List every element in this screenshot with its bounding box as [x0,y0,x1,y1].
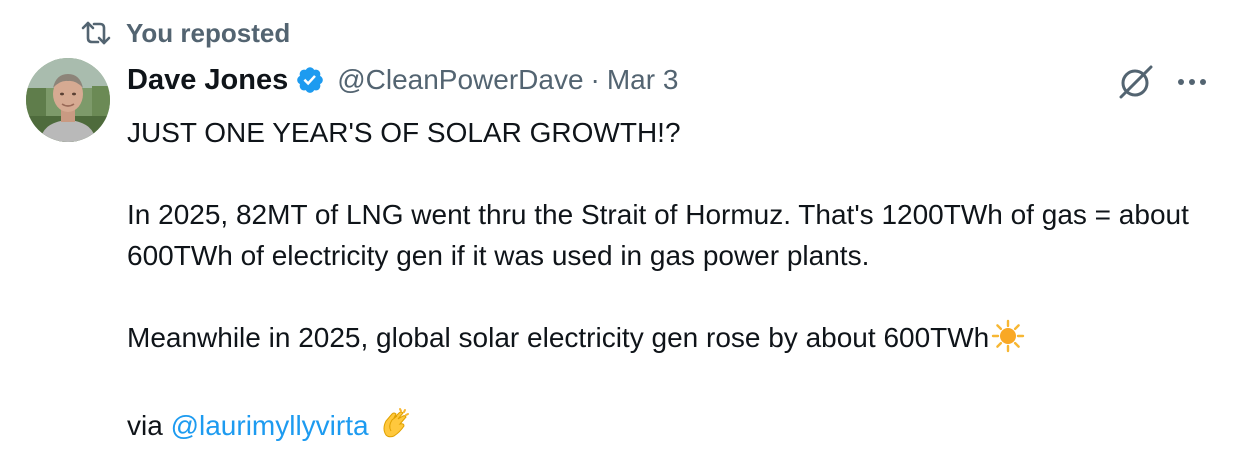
mention-link[interactable]: @laurimyllyvirta [171,410,369,441]
tweet-header: Dave Jones @CleanPowerDave · Mar 3 [127,60,678,100]
sun-emoji-icon [991,319,1025,364]
repost-icon [80,20,112,46]
tweet-paragraph-3-text: Meanwhile in 2025, global solar electric… [127,322,990,353]
author-name[interactable]: Dave Jones [127,64,288,97]
tweet-paragraph-2: In 2025, 82MT of LNG went thru the Strai… [127,199,1189,271]
grok-icon[interactable] [1116,62,1156,107]
tweet-text: JUST ONE YEAR'S OF SOLAR GROWTH!? In 202… [127,112,1237,452]
separator-dot: · [590,64,600,95]
repost-context: You reposted [80,16,290,50]
tweet-line-1: JUST ONE YEAR'S OF SOLAR GROWTH!? [127,117,681,148]
tweet-paragraph-4: via @laurimyllyvirta [127,405,1237,452]
tweet-paragraph-3: Meanwhile in 2025, global solar electric… [127,317,1237,364]
tweet-date[interactable]: Mar 3 [607,64,679,96]
via-text: via [127,410,171,441]
verified-badge-icon[interactable] [295,65,325,95]
avatar[interactable] [26,58,110,142]
author-handle[interactable]: @CleanPowerDave [337,64,583,96]
tweet-card[interactable]: You reposted Dave Jones @CleanPowerDave [0,0,1254,460]
more-icon[interactable] [1174,70,1210,99]
repost-label: You reposted [126,17,291,48]
clapping-hands-emoji-icon [378,407,412,452]
